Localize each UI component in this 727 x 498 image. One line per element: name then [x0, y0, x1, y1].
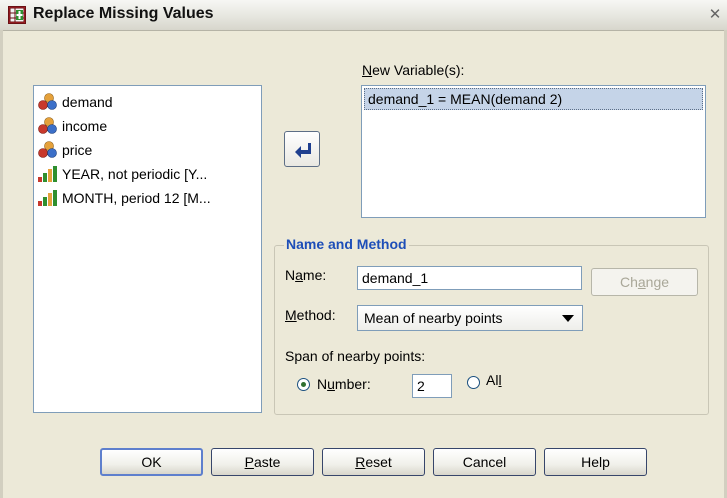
label-part: nge	[645, 274, 670, 290]
all-radio[interactable]	[467, 376, 480, 389]
variable-label: price	[62, 142, 93, 158]
new-variables-label: New Variable(s):	[362, 62, 464, 78]
span-number-field[interactable]	[412, 374, 452, 398]
variable-item-demand[interactable]: demand	[34, 90, 261, 114]
variable-label: MONTH, period 12 [M...	[62, 190, 211, 206]
label-part: me:	[302, 267, 327, 283]
label-part: ethod:	[296, 307, 336, 323]
variable-item-income[interactable]: income	[34, 114, 261, 138]
label-part: aste	[253, 454, 281, 470]
label-part: ew Variable(s):	[372, 62, 465, 78]
arrow-left-icon	[295, 143, 311, 158]
mnemonic-a: a	[295, 267, 303, 283]
all-label: All	[486, 372, 502, 388]
scale-variable-icon	[38, 141, 57, 158]
chevron-down-icon	[562, 315, 574, 322]
scale-variable-icon	[38, 117, 57, 134]
new-variable-item[interactable]: demand_1 = MEAN(demand 2)	[364, 88, 703, 110]
source-variable-list[interactable]: demand income price YEAR, not periodic […	[33, 85, 262, 413]
mnemonic-p: P	[244, 454, 254, 470]
spss-replace-icon	[8, 6, 26, 24]
label-part: mber:	[334, 376, 371, 392]
name-label: Name:	[285, 267, 326, 283]
change-button[interactable]: Change	[591, 268, 698, 296]
number-radio[interactable]	[297, 378, 310, 391]
mnemonic-l: l	[498, 372, 502, 388]
reset-button[interactable]: Reset	[322, 448, 425, 476]
method-dropdown[interactable]: Mean of nearby points	[357, 305, 583, 331]
mnemonic-u: u	[327, 376, 335, 392]
cancel-button[interactable]: Cancel	[433, 448, 536, 476]
group-title: Name and Method	[284, 236, 409, 252]
radio-selected-dot	[301, 382, 306, 387]
replace-missing-values-dialog: Replace Missing Values ✕ demand income p…	[0, 0, 727, 498]
new-variables-list[interactable]: demand_1 = MEAN(demand 2)	[361, 85, 706, 218]
variable-item-price[interactable]: price	[34, 138, 261, 162]
variable-item-year[interactable]: YEAR, not periodic [Y...	[34, 162, 261, 186]
label-part: Al	[486, 372, 499, 388]
span-label: Span of nearby points:	[285, 348, 426, 364]
variable-item-month[interactable]: MONTH, period 12 [M...	[34, 186, 261, 210]
help-button[interactable]: Help	[544, 448, 647, 476]
paste-button[interactable]: Paste	[211, 448, 314, 476]
label-part: N	[285, 267, 296, 283]
label-part: Ch	[619, 274, 638, 290]
method-value: Mean of nearby points	[364, 310, 503, 326]
number-label: Number:	[317, 376, 371, 392]
ordinal-variable-icon	[38, 190, 57, 206]
label-part: N	[317, 376, 328, 392]
window-title: Replace Missing Values	[33, 5, 214, 22]
mnemonic-m: M	[285, 307, 297, 323]
label-part: eset	[365, 454, 392, 470]
mnemonic-a: a	[637, 274, 646, 290]
variable-label: demand	[62, 94, 113, 110]
ok-button[interactable]: OK	[100, 448, 203, 476]
move-variable-button[interactable]	[284, 131, 320, 167]
variable-label: YEAR, not periodic [Y...	[62, 166, 208, 182]
scale-variable-icon	[38, 93, 57, 110]
name-field[interactable]	[357, 266, 582, 290]
method-label: Method:	[285, 307, 336, 323]
variable-label: income	[62, 118, 108, 134]
mnemonic-r: R	[355, 454, 366, 470]
window-border-left	[0, 30, 3, 498]
title-bar[interactable]: Replace Missing Values ✕	[0, 0, 727, 31]
mnemonic-n: N	[362, 62, 373, 78]
ordinal-variable-icon	[38, 166, 57, 182]
close-icon[interactable]: ✕	[706, 6, 724, 24]
